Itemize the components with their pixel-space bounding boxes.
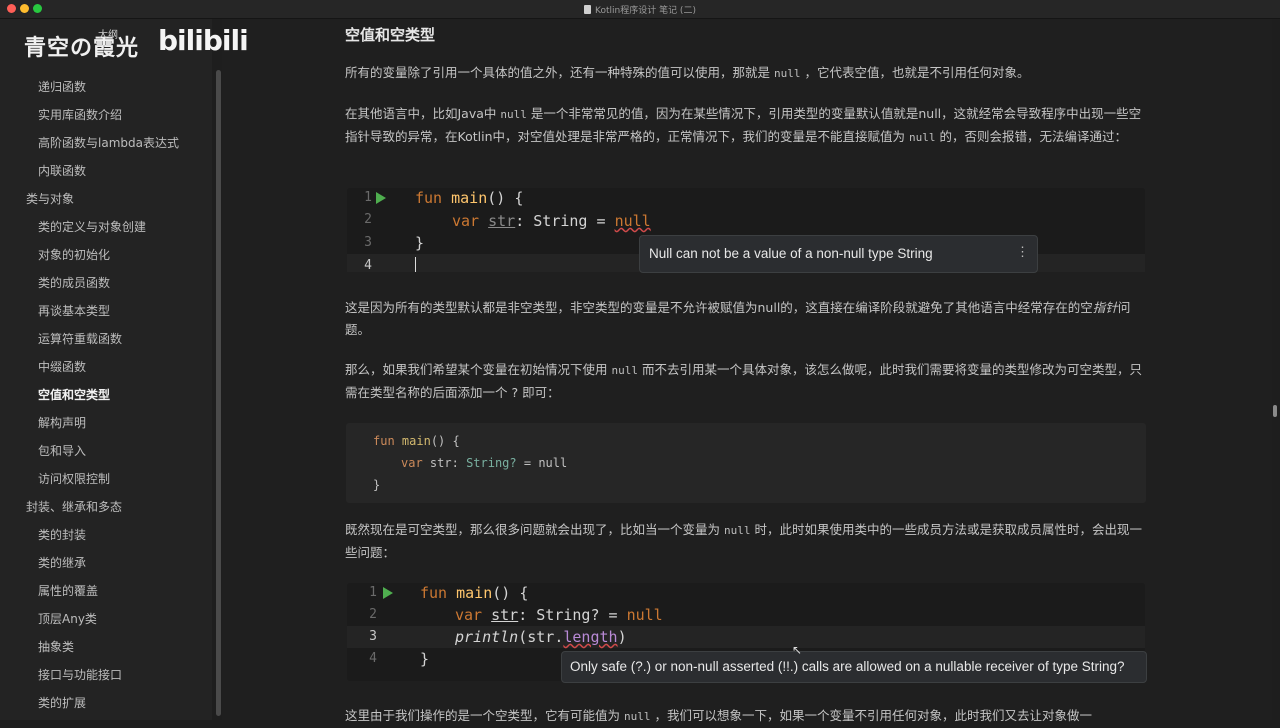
bilibili-logo: bilibili [158,24,249,57]
sidebar-item[interactable]: 空值和空类型 [38,386,110,403]
sidebar-scrollbar[interactable] [216,70,221,716]
paragraph-6: 这里由于我们操作的是一个空类型，它有可能值为 null ，我们可以想象一下，如果… [345,708,1092,723]
sidebar-item[interactable]: 类的封装 [38,526,86,543]
code-line: fun main() { [415,189,524,207]
outline-label: 大纲 [98,30,118,41]
code-line: fun main() { [420,584,529,602]
content-scrollbar[interactable] [1273,405,1277,417]
sidebar-item[interactable]: 抽象类 [38,638,74,655]
sidebar-item[interactable]: 解构声明 [38,414,86,431]
outline-sidebar: 递归函数实用库函数介绍高阶函数与lambda表达式 内联函数类与对象类的定义与对象… [0,19,212,720]
code-block[interactable]: fun main() { var str: String? = null } [346,423,1146,503]
code-line: } [420,650,430,668]
paragraph-3: 这是因为所有的类型默认都是非空类型，非空类型的变量是不允许被赋值为null的，这… [345,300,1131,337]
sidebar-item[interactable]: 封装、继承和多态 [26,498,122,515]
sidebar-item[interactable]: 递归函数 [38,78,86,95]
text-cursor [415,257,416,272]
sidebar-item[interactable]: 内联函数 [38,162,86,179]
line-number: 4 [364,258,372,273]
mouse-pointer-icon: ↖ [792,643,803,657]
watermark-name: 青空の霞光 [24,36,140,61]
line-number: 1 [364,190,372,205]
sidebar-item[interactable]: 类的成员函数 [38,274,110,291]
inline-code: null [500,108,527,121]
error-tooltip-1: Null can not be a value of a non-null ty… [639,235,1038,273]
inline-code: null [773,67,801,80]
code-line: var str: String? = null [455,606,663,624]
sidebar-item[interactable]: 包和导入 [38,442,86,459]
inline-code: null [723,524,751,537]
run-icon[interactable] [383,587,393,599]
sidebar-item[interactable]: 实用库函数介绍 [38,106,122,123]
sidebar-item[interactable]: 中缀函数 [38,358,86,375]
code-line: } [373,478,381,492]
line-number: 1 [369,585,377,600]
sidebar-item[interactable]: 类的定义与对象创建 [38,218,146,235]
sidebar-item[interactable]: 类的扩展 [38,694,86,711]
sidebar-item[interactable]: 属性的覆盖 [38,582,98,599]
section-heading: 空值和空类型 [345,26,436,44]
sidebar-item[interactable]: 类的继承 [38,554,86,571]
more-options-icon[interactable]: ⋮ [1016,244,1029,260]
sidebar-item[interactable]: 再谈基本类型 [38,302,110,319]
sidebar-item[interactable]: 高阶函数与lambda表达式 [38,134,179,151]
paragraph-1: 所有的变量除了引用一个具体的值之外，还有一种特殊的值可以使用，那就是 null … [345,65,1030,80]
sidebar-item[interactable]: 运算符重载函数 [38,330,122,347]
code-line: println(str.length) [455,628,627,646]
inline-code: null [908,131,936,144]
code-line: } [415,234,425,252]
paragraph-5: 既然现在是可空类型，那么很多问题就会出现了，比如当一个变量为 null 时，此时… [345,522,1142,560]
window-titlebar: Kotlin程序设计 笔记 (二) [0,0,1280,19]
document-icon [584,5,592,14]
line-number: 2 [364,212,372,227]
paragraph-2: 在其他语言中，比如Java中 null 是一个非常常见的值，因为在某些情况下，引… [345,106,1142,144]
line-number: 3 [369,629,377,644]
error-tooltip-2: Only safe (?.) or non-null asserted (!!.… [561,651,1147,683]
sidebar-item[interactable]: 类与对象 [26,190,74,207]
code-line: var str: String? = null [401,456,568,470]
sidebar-item[interactable]: 访问权限控制 [38,470,110,487]
line-number: 4 [369,651,377,666]
code-line: fun main() { [373,434,460,448]
code-line: var str: String = null [452,212,651,230]
sidebar-item[interactable]: 对象的初始化 [38,246,110,263]
line-number: 3 [364,235,372,250]
window-title: Kotlin程序设计 笔记 (二) [0,3,1280,16]
line-number: 2 [369,607,377,622]
inline-code: null [611,364,638,377]
inline-code: null [623,710,651,723]
sidebar-item[interactable]: 顶层Any类 [38,610,97,627]
paragraph-4: 那么，如果我们希望某个变量在初始情况下使用 null 而不去引用某一个具体对象，… [345,362,1142,400]
sidebar-item[interactable]: 接口与功能接口 [38,666,122,683]
run-icon[interactable] [376,192,386,204]
